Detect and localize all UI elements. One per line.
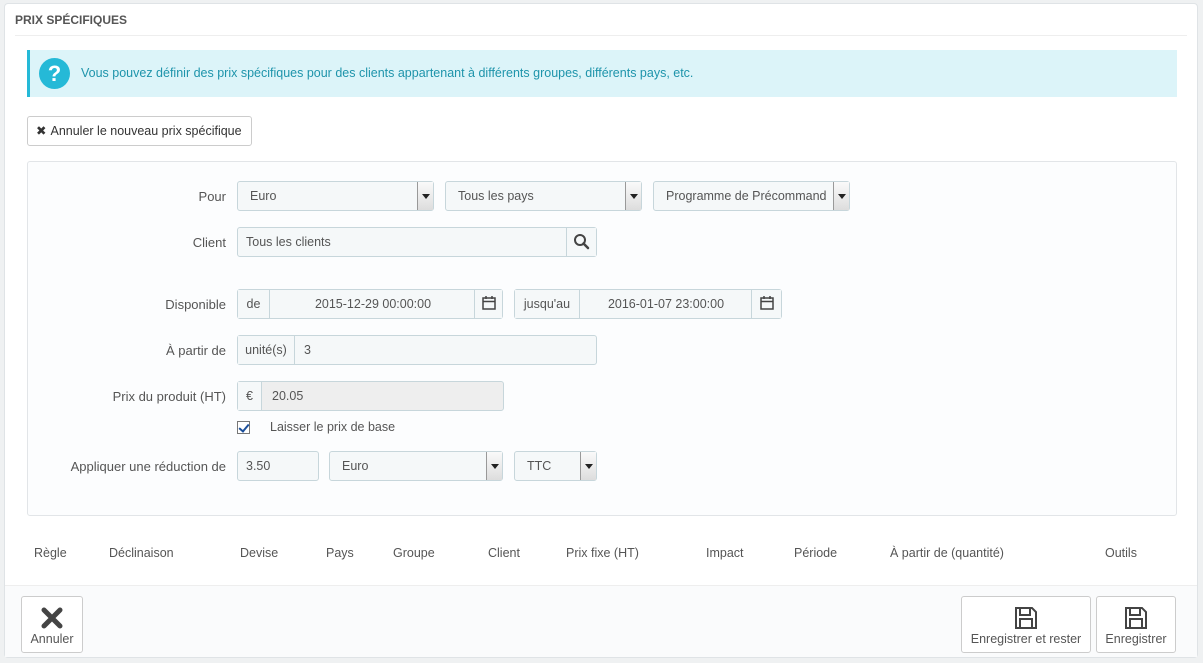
cancel-new-specific-price-label: Annuler le nouveau prix spécifique (50, 124, 242, 138)
calendar-icon[interactable] (474, 290, 502, 318)
keep-base-price-checkbox[interactable] (237, 421, 250, 434)
quantity-value: 3 (304, 343, 311, 357)
reduction-amount-value: 3.50 (246, 459, 271, 473)
group-select-value: Programme de Précommande (666, 189, 827, 203)
a-partir-de-label: À partir de (166, 343, 226, 358)
info-alert: ? Vous pouvez définir des prix spécifiqu… (27, 50, 1177, 97)
column-header: Prix fixe (HT) (566, 546, 639, 560)
product-price-value: 20.05 (272, 389, 304, 403)
date-from-addon: de (238, 290, 270, 318)
column-header: Client (488, 546, 520, 560)
reduction-type-value: Euro (342, 459, 369, 473)
cancel-button-label: Annuler (30, 632, 74, 646)
country-select[interactable]: Tous les pays (445, 181, 642, 211)
column-header: Pays (326, 546, 354, 560)
client-search-input[interactable]: Tous les clients (237, 227, 597, 257)
euro-addon: € (238, 382, 262, 410)
save-icon (1013, 605, 1039, 631)
chevron-down-icon (625, 182, 641, 210)
disponible-label: Disponible (165, 297, 226, 312)
chevron-down-icon (580, 452, 596, 480)
column-header: Déclinaison (109, 546, 174, 560)
reduction-label: Appliquer une réduction de (70, 459, 226, 474)
chevron-down-icon (417, 182, 433, 210)
date-from-value: 2015-12-29 00:00:00 (314, 297, 432, 311)
column-header: À partir de (quantité) (890, 546, 1004, 560)
column-header: Impact (706, 546, 744, 560)
column-header: Période (794, 546, 838, 560)
calendar-icon[interactable] (751, 290, 781, 318)
save-and-stay-button[interactable]: Enregistrer et rester (961, 596, 1091, 653)
client-search-value: Tous les clients (246, 235, 331, 249)
country-select-value: Tous les pays (458, 189, 534, 203)
reduction-type-select[interactable]: Euro (329, 451, 503, 481)
panel-footer: Annuler Enregistrer et rester Enregistre… (5, 585, 1197, 657)
chevron-down-icon (486, 452, 502, 480)
reduction-tax-value: TTC (527, 459, 552, 473)
pour-label: Pour (198, 189, 226, 204)
save-button-label: Enregistrer (1105, 632, 1167, 646)
prix-produit-label: Prix du produit (HT) (112, 389, 226, 404)
cancel-new-specific-price-button[interactable]: ✖ Annuler le nouveau prix spécifique (27, 116, 252, 146)
panel-title: PRIX SPÉCIFIQUES (15, 4, 1187, 36)
group-select[interactable]: Programme de Précommande (653, 181, 850, 211)
search-icon[interactable] (566, 228, 596, 256)
date-to-input[interactable]: jusqu'au 2016-01-07 23:00:00 (514, 289, 782, 319)
cancel-button[interactable]: Annuler (21, 596, 83, 653)
info-alert-text: Vous pouvez définir des prix spécifiques… (81, 66, 694, 80)
reduction-tax-select[interactable]: TTC (514, 451, 597, 481)
close-icon (39, 605, 65, 631)
save-icon (1123, 605, 1149, 631)
date-to-addon: jusqu'au (515, 290, 580, 318)
currency-select-value: Euro (250, 189, 277, 203)
save-and-stay-label: Enregistrer et rester (970, 632, 1082, 646)
quantity-input[interactable]: unité(s) 3 (237, 335, 597, 365)
close-icon: ✖ (36, 124, 47, 138)
column-header: Outils (1105, 546, 1137, 560)
date-from-input[interactable]: de 2015-12-29 00:00:00 (237, 289, 503, 319)
save-button[interactable]: Enregistrer (1096, 596, 1176, 653)
keep-base-price-label: Laisser le prix de base (270, 420, 396, 434)
question-icon: ? (39, 58, 70, 89)
specific-prices-panel: PRIX SPÉCIFIQUES ? Vous pouvez définir d… (4, 3, 1198, 658)
chevron-down-icon (833, 182, 849, 210)
date-to-value: 2016-01-07 23:00:00 (607, 297, 725, 311)
quantity-addon: unité(s) (238, 336, 295, 364)
column-header: Devise (240, 546, 279, 560)
product-price-input[interactable]: € 20.05 (237, 381, 504, 411)
client-label: Client (192, 235, 226, 250)
currency-select[interactable]: Euro (237, 181, 434, 211)
reduction-amount-input[interactable]: 3.50 (237, 451, 319, 481)
column-header: Règle (34, 546, 67, 560)
column-header: Groupe (393, 546, 435, 560)
